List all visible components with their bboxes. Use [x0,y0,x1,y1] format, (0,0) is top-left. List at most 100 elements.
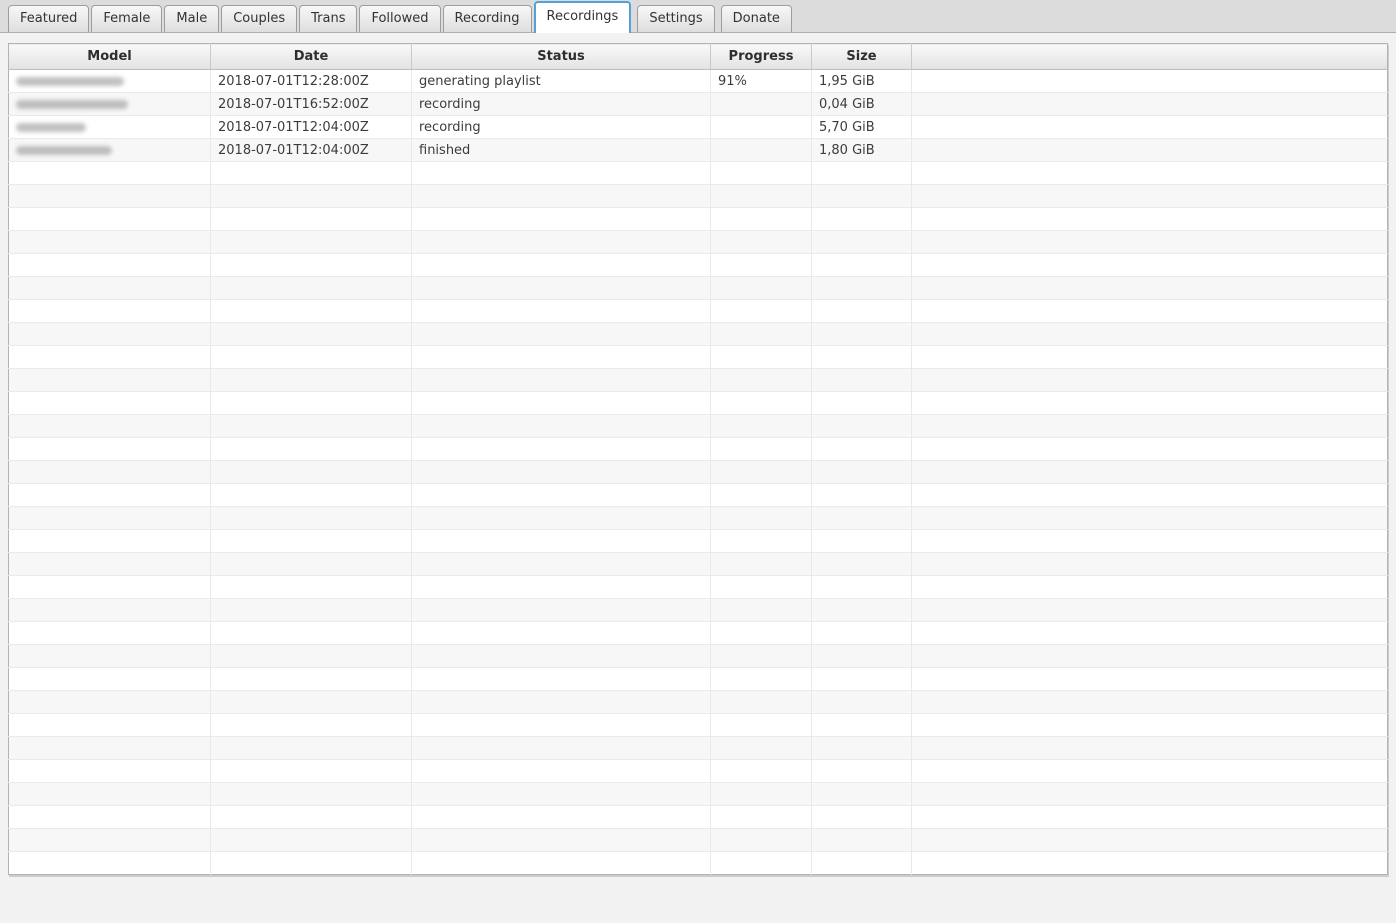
table-row[interactable] [9,438,1388,461]
cell-extra [912,645,1388,668]
redacted-model-name [16,100,128,109]
cell-progress [711,461,812,484]
cell-size [812,392,912,415]
table-row[interactable] [9,208,1388,231]
cell-extra [912,231,1388,254]
cell-status [412,806,711,829]
tab-couples[interactable]: Couples [221,5,297,32]
column-header-progress[interactable]: Progress [711,44,812,70]
cell-model [9,139,211,162]
cell-size [812,668,912,691]
table-row[interactable] [9,760,1388,783]
table-row[interactable] [9,185,1388,208]
cell-model [9,783,211,806]
cell-extra [912,323,1388,346]
tab-featured[interactable]: Featured [8,5,89,32]
cell-extra [912,208,1388,231]
table-row[interactable] [9,254,1388,277]
column-header-date[interactable]: Date [211,44,412,70]
cell-status [412,162,711,185]
tab-trans[interactable]: Trans [299,5,357,32]
cell-extra [912,277,1388,300]
cell-progress [711,645,812,668]
cell-date [211,691,412,714]
table-row[interactable] [9,645,1388,668]
cell-status [412,231,711,254]
table-row[interactable] [9,484,1388,507]
cell-model [9,829,211,852]
tab-donate[interactable]: Donate [721,5,792,32]
table-row[interactable] [9,530,1388,553]
table-row[interactable] [9,369,1388,392]
cell-model [9,70,211,93]
table-row[interactable] [9,622,1388,645]
table-row[interactable]: 2018-07-01T16:52:00Z recording 0,04 GiB [9,93,1388,116]
recordings-tbody: 2018-07-01T12:28:00Z generating playlist… [9,70,1388,875]
cell-date [211,346,412,369]
cell-model [9,576,211,599]
cell-progress: 91% [711,70,812,93]
cell-extra [912,806,1388,829]
cell-status [412,599,711,622]
tab-recording[interactable]: Recording [443,5,532,32]
cell-extra [912,691,1388,714]
column-header-status[interactable]: Status [412,44,711,70]
table-row[interactable] [9,599,1388,622]
table-row[interactable] [9,162,1388,185]
cell-status: recording [412,116,711,139]
table-row[interactable] [9,277,1388,300]
table-row[interactable] [9,300,1388,323]
cell-status [412,277,711,300]
column-header-size[interactable]: Size [812,44,912,70]
cell-status [412,300,711,323]
table-row[interactable]: 2018-07-01T12:04:00Z finished 1,80 GiB [9,139,1388,162]
table-row[interactable] [9,553,1388,576]
cell-status: recording [412,93,711,116]
table-row[interactable] [9,461,1388,484]
tab-male[interactable]: Male [164,5,219,32]
table-row[interactable] [9,714,1388,737]
table-row[interactable] [9,323,1388,346]
cell-date: 2018-07-01T12:04:00Z [211,116,412,139]
tab-female[interactable]: Female [91,5,162,32]
cell-progress [711,829,812,852]
table-row[interactable] [9,576,1388,599]
table-row[interactable] [9,415,1388,438]
cell-status [412,645,711,668]
table-row[interactable] [9,392,1388,415]
table-row[interactable] [9,829,1388,852]
cell-size [812,599,912,622]
cell-size [812,737,912,760]
cell-status [412,415,711,438]
table-row[interactable] [9,346,1388,369]
tab-recordings[interactable]: Recordings [534,1,632,33]
table-row[interactable] [9,231,1388,254]
cell-size [812,829,912,852]
table-row[interactable]: 2018-07-01T12:04:00Z recording 5,70 GiB [9,116,1388,139]
table-row[interactable] [9,783,1388,806]
cell-extra [912,346,1388,369]
cell-date [211,576,412,599]
cell-model [9,553,211,576]
cell-date: 2018-07-01T16:52:00Z [211,93,412,116]
cell-progress [711,852,812,875]
column-header-model[interactable]: Model [9,44,211,70]
cell-progress [711,139,812,162]
table-row[interactable] [9,806,1388,829]
table-row[interactable] [9,507,1388,530]
cell-model [9,806,211,829]
table-row[interactable] [9,668,1388,691]
cell-model [9,231,211,254]
table-row[interactable]: 2018-07-01T12:28:00Z generating playlist… [9,70,1388,93]
cell-extra [912,668,1388,691]
cell-model [9,737,211,760]
cell-size [812,346,912,369]
table-row[interactable] [9,852,1388,875]
tab-followed[interactable]: Followed [359,5,440,32]
cell-model [9,392,211,415]
cell-size [812,576,912,599]
cell-progress [711,277,812,300]
table-row[interactable] [9,691,1388,714]
tab-settings[interactable]: Settings [637,5,714,32]
table-row[interactable] [9,737,1388,760]
